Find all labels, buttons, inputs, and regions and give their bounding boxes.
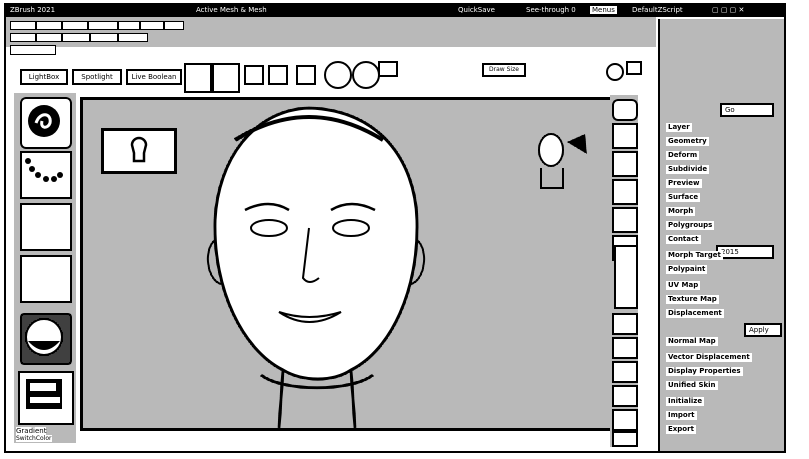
tool-palette: Go 2015 Apply Layer Geometry Deform Subdivi… [658, 19, 784, 451]
apply-button[interactable]: Apply [744, 323, 782, 337]
menu-color[interactable] [62, 21, 88, 30]
head-navigation-icon [538, 133, 587, 189]
head-navigation-widget[interactable] [533, 128, 593, 198]
script-label: DefaultZScript [632, 6, 683, 14]
menu-file[interactable] [164, 21, 184, 30]
frame-icon[interactable] [612, 207, 638, 233]
material-preview-icon[interactable] [20, 313, 72, 365]
rotate-icon[interactable] [296, 65, 316, 85]
go-button[interactable]: Go [720, 103, 774, 117]
zbrush-window: ZBrush 2021 Active Mesh & Mesh QuickSave… [4, 3, 786, 453]
solo-icon[interactable] [612, 337, 638, 359]
zoom-icon[interactable] [612, 151, 638, 177]
color-picker-icon[interactable] [18, 371, 74, 425]
menu-brush[interactable] [36, 21, 62, 30]
live-boolean-button[interactable]: Live Boolean [126, 69, 182, 85]
panel-item-uv-map[interactable]: UV Map [666, 281, 701, 290]
title-bar: ZBrush 2021 Active Mesh & Mesh QuickSave… [6, 5, 784, 17]
polyf-icon[interactable] [612, 409, 638, 431]
scale-icon[interactable] [268, 65, 288, 85]
settings-gear-icon[interactable] [606, 63, 624, 81]
menu-marker[interactable] [90, 33, 118, 42]
dynamic-persp-icon[interactable] [612, 431, 638, 447]
panel-item-unified-skin[interactable]: Unified Skin [666, 381, 718, 390]
title-left: ZBrush 2021 [10, 6, 56, 14]
alpha-icon[interactable] [20, 203, 72, 251]
panel-item-deform[interactable]: Deform [666, 151, 700, 160]
panel-item-export[interactable]: Export [666, 425, 696, 434]
quicksave-label[interactable]: QuickSave [458, 6, 495, 14]
switch-color-label[interactable]: SwitchColor [16, 435, 52, 442]
spotlight-button[interactable]: Spotlight [72, 69, 122, 85]
panel-item-displacement[interactable]: Displacement [666, 309, 724, 318]
menu-alpha[interactable] [10, 21, 36, 30]
window-controls[interactable]: ▢ ▢ ▢ ✕ [712, 6, 744, 14]
panel-item-morph-target[interactable]: Morph Target [666, 251, 723, 260]
bpr-icon[interactable] [612, 99, 638, 121]
menu-material[interactable] [118, 33, 148, 42]
panel-item-subdivide[interactable]: Subdivide [666, 165, 710, 174]
panel-item-layer[interactable]: Layer [666, 123, 692, 132]
menu-draw[interactable] [118, 21, 140, 30]
panel-item-texture-map[interactable]: Texture Map [666, 295, 719, 304]
move-icon[interactable] [244, 65, 264, 85]
panel-item-import[interactable]: Import [666, 411, 697, 420]
menu-edit[interactable] [140, 21, 164, 30]
panel-item-morph[interactable]: Morph [666, 207, 696, 216]
draw-size-field[interactable]: Draw Size [482, 63, 526, 77]
panel-item-initialize[interactable]: Initialize [666, 397, 705, 406]
title-mid: Active Mesh & Mesh [196, 6, 267, 14]
menu-document[interactable] [88, 21, 118, 30]
document-canvas[interactable] [80, 97, 620, 431]
panel-item-polygroups[interactable]: Polygroups [666, 221, 715, 230]
right-tool-column [610, 95, 638, 447]
panel-item-normal-map[interactable]: Normal Map [666, 337, 718, 346]
panel-item-polypaint[interactable]: Polypaint [666, 265, 708, 274]
lightbox-button[interactable]: LightBox [20, 69, 68, 85]
panel-item-display-properties[interactable]: Display Properties [666, 367, 743, 376]
panel-item-contact[interactable]: Contact [666, 235, 701, 244]
menu-bar [6, 17, 656, 55]
texture-icon[interactable] [20, 255, 72, 303]
panel-item-vector-displacement[interactable]: Vector Displacement [666, 353, 752, 362]
scroll-icon[interactable] [612, 123, 638, 149]
toolbar: LightBox Spotlight Live Boolean Draw Siz… [6, 49, 656, 95]
see-through-label[interactable]: See-through 0 [526, 6, 576, 14]
gradient-label[interactable]: Gradient [16, 427, 47, 435]
left-shelf: Gradient SwitchColor [14, 93, 76, 443]
xpose-icon[interactable] [612, 361, 638, 383]
transp-icon[interactable] [614, 245, 638, 309]
panel-item-preview[interactable]: Preview [666, 179, 702, 188]
standard-brush-icon[interactable] [20, 97, 72, 149]
menus-button[interactable]: Menus [590, 6, 617, 14]
panel-item-geometry[interactable]: Geometry [666, 137, 709, 146]
linefill-icon[interactable] [612, 385, 638, 407]
stroke-dots-icon[interactable] [20, 151, 72, 199]
mrgb-icon[interactable] [378, 61, 398, 77]
panel-item-surface[interactable]: Surface [666, 193, 701, 202]
actual-size-icon[interactable] [612, 179, 638, 205]
ghost-icon[interactable] [612, 313, 638, 335]
color-sphere-icon[interactable] [352, 61, 380, 89]
material-sphere-icon[interactable] [324, 61, 352, 89]
count-field[interactable]: 2015 [716, 245, 774, 259]
dynamic-icon[interactable] [626, 61, 642, 75]
draw-mode-icon[interactable] [212, 63, 240, 93]
menu-macro[interactable] [62, 33, 90, 42]
edit-mode-icon[interactable] [184, 63, 212, 93]
menu-light[interactable] [36, 33, 62, 42]
menu-layer[interactable] [10, 33, 36, 42]
